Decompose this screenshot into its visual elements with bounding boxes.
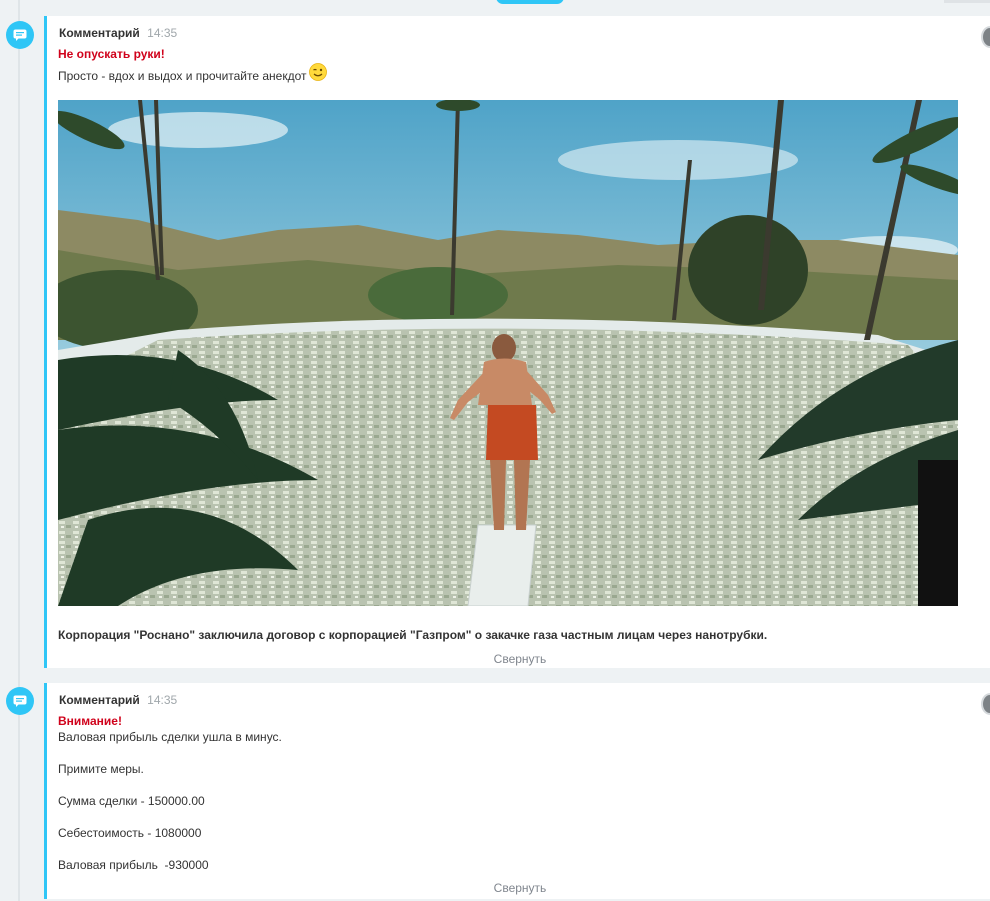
comment-card: Комментарий 14:35 Не опускать руки! Прос… bbox=[44, 16, 990, 668]
comment-icon bbox=[6, 687, 34, 715]
comment-text: Просто - вдох и выдох и прочитайте анекд… bbox=[58, 63, 327, 83]
comment-heading: Не опускать руки! bbox=[58, 47, 165, 61]
top-pill-button[interactable] bbox=[496, 0, 564, 4]
timeline-line bbox=[18, 0, 20, 901]
collapse-link[interactable]: Свернуть bbox=[47, 652, 990, 666]
comment-line: Валовая прибыль -930000 bbox=[58, 858, 209, 872]
comment-bubble-icon bbox=[13, 695, 27, 707]
comment-line: Валовая прибыль сделки ушла в минус. bbox=[58, 730, 282, 744]
comment-line: Сумма сделки - 150000.00 bbox=[58, 794, 205, 808]
comment-caption: Корпорация "Роснано" заключила договор с… bbox=[58, 628, 768, 642]
comment-heading: Внимание! bbox=[58, 714, 122, 728]
card-header: Комментарий 14:35 bbox=[59, 693, 177, 707]
pool-photo-image[interactable] bbox=[58, 100, 958, 606]
wink-smiley-icon bbox=[308, 63, 327, 81]
comment-bubble-icon bbox=[13, 29, 27, 41]
comment-card: Комментарий 14:35 Внимание! Валовая приб… bbox=[44, 683, 990, 899]
author-avatar[interactable] bbox=[981, 693, 990, 715]
top-right-divider bbox=[944, 0, 990, 3]
collapse-link[interactable]: Свернуть bbox=[47, 881, 990, 895]
card-header: Комментарий 14:35 bbox=[59, 26, 177, 40]
card-title: Комментарий bbox=[59, 693, 140, 707]
card-time: 14:35 bbox=[147, 26, 178, 40]
comment-text-line: Просто - вдох и выдох и прочитайте анекд… bbox=[58, 69, 307, 83]
card-title: Комментарий bbox=[59, 26, 140, 40]
author-avatar[interactable] bbox=[981, 26, 990, 48]
comment-line: Себестоимость - 1080000 bbox=[58, 826, 202, 840]
comment-icon bbox=[6, 21, 34, 49]
card-time: 14:35 bbox=[147, 693, 178, 707]
comment-line: Примите меры. bbox=[58, 762, 144, 776]
